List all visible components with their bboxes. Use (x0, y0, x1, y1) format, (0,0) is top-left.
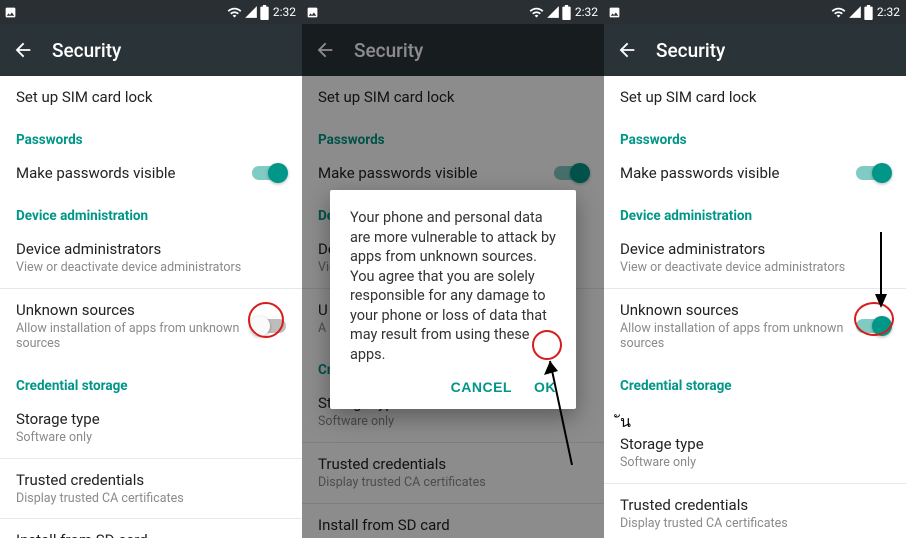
confirm-dialog: Your phone and personal data are more vu… (330, 190, 576, 409)
section-credential-storage: Credential storage (0, 364, 302, 398)
signal-icon (848, 5, 862, 19)
passwords-visible-title: Make passwords visible (16, 164, 252, 182)
screen-1: 2:32 Security Set up SIM card lock Passw… (0, 0, 302, 538)
dialog-body: Your phone and personal data are more vu… (350, 208, 556, 365)
row-storage-type[interactable]: Storage type Software only (0, 398, 302, 458)
unknown-sources-title: Unknown sources (16, 301, 252, 319)
status-bar: 2:32 (0, 0, 302, 24)
cancel-button[interactable]: CANCEL (451, 379, 512, 395)
status-time: 2:32 (575, 5, 598, 19)
device-admins-title: Device administrators (16, 240, 286, 258)
ok-button[interactable]: OK (534, 379, 556, 395)
wifi-icon (529, 5, 544, 20)
screen-3: 2:32 Security Set up SIM card lock Passw… (604, 0, 906, 538)
row-sim-lock[interactable]: Set up SIM card lock (604, 76, 906, 118)
screen-2: 2:32 Security Set up SIM card lock Passw… (302, 0, 604, 538)
battery-icon (562, 5, 571, 20)
row-unknown-sources[interactable]: Unknown sources Allow installation of ap… (0, 289, 302, 364)
signal-icon (244, 5, 258, 19)
wifi-icon (227, 5, 242, 20)
sim-lock-title: Set up SIM card lock (16, 88, 286, 106)
row-install-sd[interactable]: Install from SD card (0, 519, 302, 538)
row-device-admins[interactable]: Device administrators View or deactivate… (604, 228, 906, 288)
status-bar: 2:32 (302, 0, 604, 24)
section-passwords: Passwords (0, 118, 302, 152)
back-arrow-icon[interactable] (12, 39, 34, 61)
status-time: 2:32 (877, 5, 900, 19)
app-bar: Security (0, 24, 302, 76)
row-device-admins[interactable]: Device administrators View or deactivate… (0, 228, 302, 288)
status-time: 2:32 (273, 5, 296, 19)
storage-type-sub: Software only (16, 430, 286, 446)
toggle-passwords-visible[interactable] (856, 166, 890, 180)
device-admins-sub: View or deactivate device administrators (16, 260, 286, 276)
toggle-unknown-sources-off[interactable] (252, 319, 286, 333)
page-title: Security (656, 39, 725, 62)
picture-icon (306, 6, 319, 19)
signal-icon (546, 5, 560, 19)
section-device-admin: Device administration (0, 194, 302, 228)
unknown-sources-sub: Allow installation of apps from unknown … (16, 321, 252, 352)
status-bar: 2:32 (604, 0, 906, 24)
picture-icon (4, 6, 17, 19)
row-unknown-sources[interactable]: Unknown sources Allow installation of ap… (604, 289, 906, 364)
row-storage-type[interactable]: ันStorage type Software only (604, 398, 906, 483)
storage-type-title: Storage type (16, 410, 286, 428)
row-passwords-visible[interactable]: Make passwords visible (604, 152, 906, 194)
trusted-title: Trusted credentials (16, 471, 286, 489)
row-trusted-credentials[interactable]: Trusted credentials Display trusted CA c… (0, 459, 302, 519)
toggle-unknown-sources-on[interactable] (856, 319, 890, 333)
battery-icon (260, 5, 269, 20)
row-sim-lock[interactable]: Set up SIM card lock (0, 76, 302, 118)
toggle-passwords-visible[interactable] (252, 166, 286, 180)
row-trusted-credentials[interactable]: Trusted credentials Display trusted CA c… (604, 484, 906, 538)
wifi-icon (831, 5, 846, 20)
row-passwords-visible[interactable]: Make passwords visible (0, 152, 302, 194)
trusted-sub: Display trusted CA certificates (16, 491, 286, 507)
section-passwords: Passwords (604, 118, 906, 152)
picture-icon (608, 6, 621, 19)
section-device-admin: Device administration (604, 194, 906, 228)
page-title: Security (52, 39, 121, 62)
settings-list: Set up SIM card lock Passwords Make pass… (604, 76, 906, 538)
battery-icon (864, 5, 873, 20)
settings-list: Set up SIM card lock Passwords Make pass… (0, 76, 302, 538)
back-arrow-icon[interactable] (616, 39, 638, 61)
app-bar: Security (604, 24, 906, 76)
install-sd-title: Install from SD card (16, 531, 286, 538)
section-credential-storage: Credential storage (604, 364, 906, 398)
